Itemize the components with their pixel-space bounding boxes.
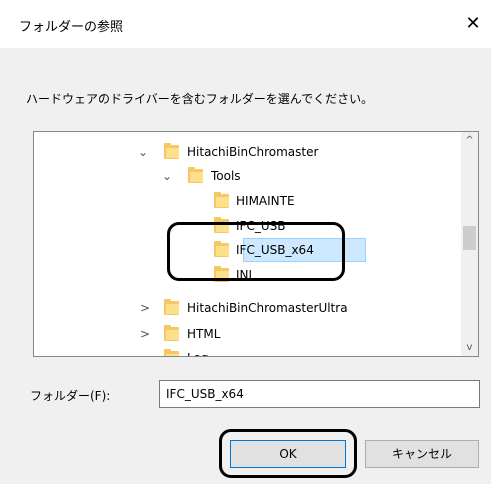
tree-item-label: Log <box>187 346 208 356</box>
scroll-thumb[interactable] <box>463 226 476 250</box>
close-icon[interactable]: ✕ <box>461 12 485 36</box>
chevron-down-icon[interactable]: ⌄ <box>136 140 150 164</box>
highlight-callout-selected-folder <box>167 222 345 281</box>
scroll-up-icon[interactable]: ^ <box>461 132 478 149</box>
folder-icon <box>164 325 179 341</box>
dialog-title: フォルダーの参照 <box>19 20 124 35</box>
scroll-down-icon[interactable]: v <box>461 339 478 356</box>
tree-item-label: HitachiBinChromaster <box>187 145 319 159</box>
folder-field[interactable] <box>159 380 480 408</box>
tree-item[interactable]: > HitachiBinChromasterUltra <box>34 296 454 320</box>
tree-item[interactable]: > HTML <box>34 322 454 346</box>
folder-icon <box>164 349 179 356</box>
folder-icon <box>164 299 179 315</box>
folder-icon <box>188 167 203 183</box>
chevron-down-icon[interactable]: ⌄ <box>160 164 174 188</box>
folder-icon <box>214 192 229 208</box>
cancel-button[interactable]: キャンセル <box>365 440 479 468</box>
folder-field-label: フォルダー(F): <box>30 389 111 403</box>
browse-folder-dialog: フォルダーの参照 ✕ ハードウェアのドライバーを含むフォルダーを選んでください。… <box>0 0 491 484</box>
instruction-text: ハードウェアのドライバーを含むフォルダーを選んでください。 <box>26 92 374 106</box>
tree-item[interactable]: ⌄ HitachiBinChromaster <box>34 140 454 164</box>
vertical-scrollbar[interactable]: ^ v <box>461 132 478 356</box>
tree-item-label: HIMAINTE <box>236 194 295 208</box>
tree-item-label: Tools <box>211 169 241 183</box>
tree-item-label: HTML <box>187 327 221 341</box>
tree-item-label: HitachiBinChromasterUltra <box>187 301 348 315</box>
tree-item[interactable]: Log <box>34 346 454 356</box>
folder-icon <box>164 143 179 159</box>
chevron-right-icon[interactable]: > <box>138 322 152 346</box>
highlight-callout-ok-button <box>219 429 357 478</box>
title-bar: フォルダーの参照 ✕ <box>0 0 491 48</box>
tree-item[interactable]: HIMAINTE <box>34 189 454 213</box>
chevron-right-icon[interactable]: > <box>138 296 152 320</box>
tree-item[interactable]: ⌄ Tools <box>34 164 454 188</box>
